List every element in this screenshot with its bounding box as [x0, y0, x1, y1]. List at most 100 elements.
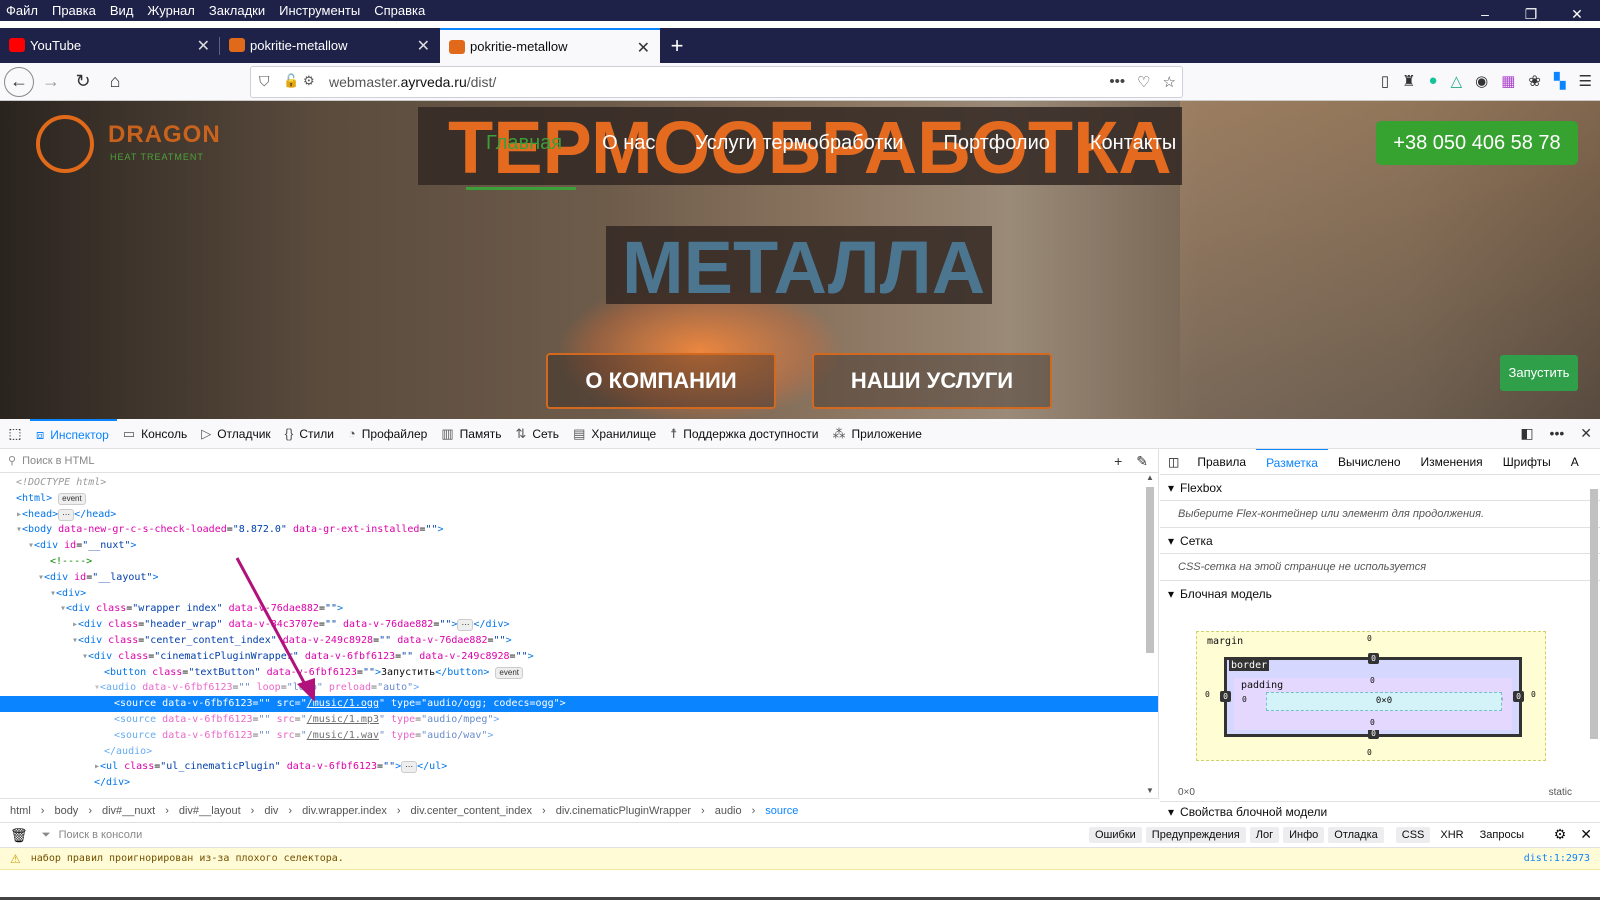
restore-icon[interactable]: ❐: [1508, 0, 1554, 28]
breadcrumb-item[interactable]: div.cinematicPluginWrapper: [556, 805, 691, 817]
about-company-button[interactable]: О КОМПАНИИ: [546, 353, 776, 409]
dragon-logo-icon[interactable]: [36, 115, 94, 173]
warning-location-link[interactable]: dist:1:2973: [1524, 853, 1590, 864]
extension-triangle-icon[interactable]: △: [1451, 72, 1463, 90]
site-nav-home[interactable]: Главная: [486, 132, 562, 155]
reload-icon[interactable]: ↻: [68, 67, 98, 97]
tree-node-selected[interactable]: <source data-v-6fbf6123="" src="/music/1…: [0, 696, 1158, 712]
pocket-icon[interactable]: ♡: [1137, 73, 1150, 91]
forward-icon[interactable]: →: [36, 67, 66, 97]
menu-file[interactable]: Файл: [6, 3, 38, 18]
tree-node[interactable]: ▾<div class="wrapper index" data-v-76dae…: [0, 601, 1158, 617]
eyedropper-icon[interactable]: ✎: [1136, 453, 1148, 470]
tab-pokritie-1[interactable]: pokritie-metallow ✕: [220, 28, 440, 63]
toggle-sidebar-icon[interactable]: ◫: [1160, 449, 1187, 475]
extension-grid-icon[interactable]: ▦: [1501, 72, 1515, 90]
scrollbar-thumb[interactable]: [1146, 487, 1154, 653]
padding-bottom-value[interactable]: 0: [1370, 718, 1375, 727]
close-window-icon[interactable]: ✕: [1554, 0, 1600, 28]
tab-fonts[interactable]: Шрифты: [1493, 449, 1561, 475]
breadcrumb-item[interactable]: div: [264, 805, 278, 817]
close-tab-icon[interactable]: ✕: [197, 36, 210, 56]
pick-element-icon[interactable]: ⬚: [0, 425, 30, 442]
tab-computed[interactable]: Вычислено: [1328, 449, 1411, 475]
bookmark-star-icon[interactable]: ☆: [1163, 73, 1176, 91]
flexbox-section-header[interactable]: ▾ Flexbox: [1160, 475, 1600, 501]
box-content[interactable]: 0×0: [1266, 692, 1502, 711]
tree-node[interactable]: ▸<div class="header_wrap" data-v-84c3707…: [0, 617, 1158, 633]
border-left-value[interactable]: 0: [1220, 691, 1231, 702]
tab-profiler[interactable]: ◔ Профайлер: [342, 419, 435, 449]
filter-log[interactable]: Лог: [1249, 827, 1280, 843]
site-nav-about[interactable]: О нас: [602, 132, 655, 155]
our-services-button[interactable]: НАШИ УСЛУГИ: [812, 353, 1052, 409]
permissions-icon[interactable]: ⚙: [303, 73, 315, 89]
tab-network[interactable]: ⇅ Сеть: [509, 419, 567, 449]
extension-blocks-icon[interactable]: ▚: [1554, 72, 1566, 90]
tree-node[interactable]: ▾<div id="__nuxt">: [0, 538, 1158, 554]
menu-bookmarks[interactable]: Закладки: [209, 3, 265, 18]
margin-left-value[interactable]: 0: [1205, 690, 1210, 699]
back-icon[interactable]: ←: [4, 66, 34, 97]
tab-animations[interactable]: А: [1561, 449, 1589, 475]
account-icon[interactable]: ◉: [1475, 72, 1488, 90]
tree-node[interactable]: <!DOCTYPE html>: [0, 475, 1158, 491]
margin-right-value[interactable]: 0: [1531, 690, 1536, 699]
close-tab-icon[interactable]: ✕: [417, 36, 430, 56]
site-nav-contacts[interactable]: Контакты: [1090, 132, 1176, 155]
padding-left-value[interactable]: 0: [1242, 695, 1247, 704]
breadcrumb-item[interactable]: html: [10, 805, 31, 817]
filter-errors[interactable]: Ошибки: [1089, 827, 1142, 843]
tab-changes[interactable]: Изменения: [1411, 449, 1493, 475]
close-devtools-icon[interactable]: ✕: [1580, 425, 1592, 442]
tree-node[interactable]: </audio>: [0, 744, 1158, 760]
extension-figure-icon[interactable]: ♜: [1402, 72, 1415, 90]
grammarly-icon[interactable]: ●: [1429, 72, 1438, 90]
tab-youtube[interactable]: YouTube ✕: [0, 28, 220, 63]
tab-console[interactable]: ▭ Консоль: [117, 419, 195, 449]
console-search-input[interactable]: Поиск в консоли: [59, 829, 143, 841]
breadcrumb-item[interactable]: div#__nuxt: [102, 805, 155, 817]
border-right-value[interactable]: 0: [1513, 691, 1524, 702]
add-node-icon[interactable]: +: [1114, 453, 1122, 470]
site-nav-portfolio[interactable]: Портфолио: [943, 132, 1049, 155]
tab-layout[interactable]: Разметка: [1256, 449, 1328, 476]
tree-node[interactable]: </div>: [0, 775, 1158, 791]
console-filter[interactable]: ⏷ Поиск в консоли: [42, 829, 142, 842]
grid-section-header[interactable]: ▾ Сетка: [1160, 528, 1600, 554]
boxmodel-section-header[interactable]: ▾ Блочная модель: [1160, 581, 1600, 607]
gear-icon[interactable]: ⚙: [1554, 826, 1567, 843]
tab-storage[interactable]: ▤ Хранилище: [567, 419, 664, 449]
boxmodel-props-header[interactable]: ▾ Свойства блочной модели: [1160, 801, 1600, 821]
tab-accessibility[interactable]: ☨ Поддержка доступности: [664, 419, 826, 449]
tab-debugger[interactable]: ▷ Отладчик: [195, 419, 278, 449]
border-top-value[interactable]: 0: [1368, 653, 1379, 664]
breadcrumb-item[interactable]: div#__layout: [179, 805, 241, 817]
insecure-lock-icon[interactable]: 🔓: [283, 73, 299, 89]
new-tab-icon[interactable]: +: [660, 29, 694, 63]
tree-node[interactable]: ▾<div id="__layout">: [0, 570, 1158, 586]
filter-info[interactable]: Инфо: [1283, 827, 1325, 843]
menu-tools[interactable]: Инструменты: [279, 3, 360, 18]
devtools-menu-icon[interactable]: •••: [1550, 425, 1565, 442]
tree-node[interactable]: <!---->: [0, 554, 1158, 570]
tree-node[interactable]: ▾<div class="cinematicPluginWrapper" dat…: [0, 649, 1158, 665]
html-search[interactable]: ⚲ Поиск в HTML + ✎: [0, 449, 1158, 473]
site-nav-services[interactable]: Услуги термобработки: [695, 132, 903, 155]
tree-node[interactable]: ▾<body data-new-gr-c-s-check-loaded="8.8…: [0, 522, 1158, 538]
breadcrumb-item[interactable]: div.wrapper.index: [302, 805, 387, 817]
home-icon[interactable]: ⌂: [100, 67, 130, 97]
tracking-shield-icon[interactable]: ⛉: [259, 73, 270, 90]
scrollbar-thumb[interactable]: [1590, 489, 1598, 739]
markup-scrollbar[interactable]: ▲ ▼: [1143, 473, 1157, 795]
tree-node[interactable]: <source data-v-6fbf6123="" src="/music/1…: [0, 712, 1158, 728]
tree-node[interactable]: ▾<div class="center_content_index" data-…: [0, 633, 1158, 649]
event-badge[interactable]: event: [58, 492, 86, 505]
tab-rules[interactable]: Правила: [1187, 449, 1256, 475]
tree-node[interactable]: ▾<audio data-v-6fbf6123="" loop="loop" p…: [0, 680, 1158, 696]
close-tab-icon[interactable]: ✕: [637, 38, 650, 58]
hamburger-menu-icon[interactable]: ☰: [1579, 72, 1592, 90]
filter-requests[interactable]: Запросы: [1474, 827, 1530, 843]
menu-edit[interactable]: Правка: [52, 3, 96, 18]
margin-bottom-value[interactable]: 0: [1367, 748, 1372, 757]
